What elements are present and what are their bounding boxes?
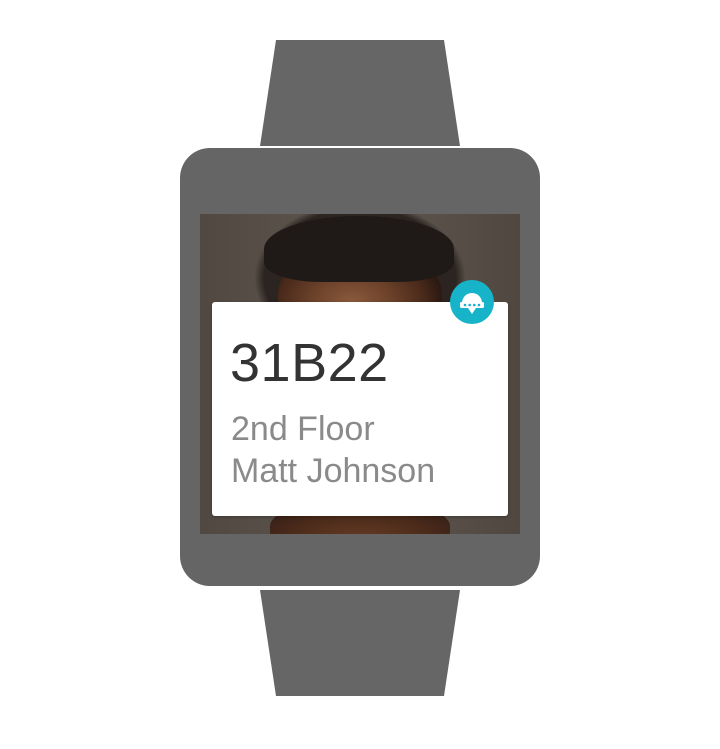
watch-strap-top: [260, 40, 460, 146]
notification-card[interactable]: 31B22 2nd Floor Matt Johnson: [212, 302, 508, 516]
watch-mockup: 31B22 2nd Floor Matt Johnson: [0, 0, 720, 749]
floor-label: 2nd Floor: [231, 410, 375, 448]
person-name: Matt Johnson: [231, 452, 436, 490]
meeting-table-icon: [460, 293, 484, 314]
conference-room-icon[interactable]: [450, 280, 494, 324]
background-photo-hair: [264, 216, 454, 282]
room-number: 31B22: [230, 333, 389, 393]
watch-strap-bottom: [260, 590, 460, 696]
